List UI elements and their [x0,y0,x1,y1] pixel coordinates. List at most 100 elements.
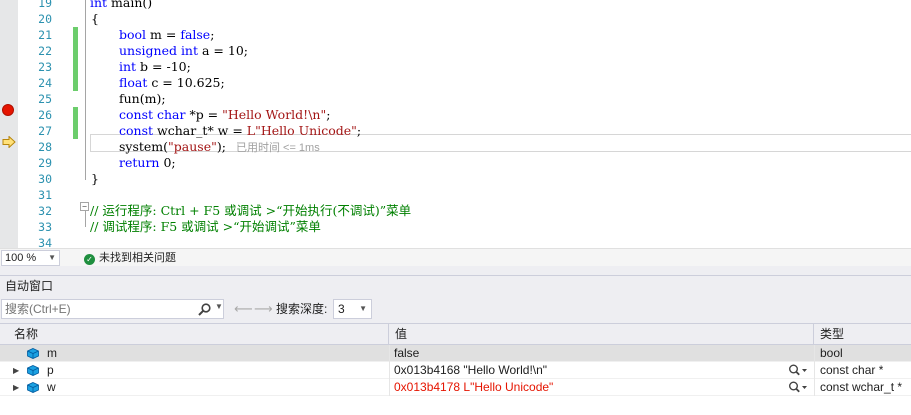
line-number: 24 [38,76,52,90]
autos-toolbar: ▼ ⟵ ⟶ 搜索深度: 3 ▼ [0,297,911,323]
code-text: int b = -10; [119,59,191,75]
magnifier-icon[interactable] [788,380,808,395]
search-box[interactable]: ▼ [1,299,224,319]
code-line[interactable]: 32 // 运行程序: Ctrl + F5 或调试 >“开始执行(不调试)”菜单 [0,203,911,219]
column-divider[interactable] [389,379,390,396]
editor-status-bar: 100 % ▼ ✓ 未找到相关问题 [0,248,911,266]
code-editor[interactable]: 19 int main() 20 {21 bool m = false; 22 unsign… [0,0,911,248]
expand-icon[interactable]: ▶ [13,383,19,392]
column-divider[interactable] [389,345,390,362]
code-line[interactable]: 28 system("pause"); 已用时间 <= 1ms [0,139,911,155]
table-row[interactable]: m false bool [0,345,911,362]
zoom-value: 100 % [5,252,37,264]
autos-grid: 名称 值 类型 m false bool ▶ p 0x013b4168 "Hello Wo… [0,323,911,415]
panel-splitter[interactable] [0,266,911,276]
code-text: bool m = false; [119,27,214,43]
column-divider[interactable] [814,362,815,379]
code-line[interactable]: 22 unsigned int a = 10; [0,43,911,59]
code-line[interactable]: 20 { [0,11,911,27]
code-token: const char [119,107,186,122]
search-icon[interactable] [198,303,211,316]
search-depth-select[interactable]: 3 ▼ [333,299,372,319]
collapse-icon[interactable]: − [80,202,89,211]
code-text: // 调试程序: F5 或调试 >“开始调试”菜单 [90,219,321,235]
line-number: 19 [38,0,52,10]
code-line[interactable]: 31 [0,187,911,203]
zoom-select[interactable]: 100 % ▼ [1,250,60,266]
change-indicator [73,123,78,139]
chevron-down-icon: ▼ [48,253,56,262]
code-text: } [91,171,99,187]
code-token: int [119,59,137,74]
variable-value[interactable]: false [394,345,784,362]
change-indicator [73,75,78,91]
forward-arrow-icon[interactable]: ⟶ [254,301,273,317]
code-token: c = 10.625; [147,75,225,90]
line-number: 22 [38,44,52,58]
variable-name: m [47,346,57,360]
code-token: a = 10; [198,43,248,58]
code-token: unsigned int [119,43,199,58]
code-token: "Hello World!\n" [222,107,327,122]
code-token: float [119,75,148,90]
line-number: 30 [38,172,52,186]
variable-type: bool [820,346,843,360]
code-line[interactable]: 24 float c = 10.625; [0,75,911,91]
code-line[interactable]: 34 [0,235,911,248]
line-number: 31 [38,188,52,202]
code-token: 0; [159,155,176,170]
line-number: 26 [38,108,52,122]
code-token: b = -10; [136,59,191,74]
line-number: 32 [38,204,52,218]
code-line[interactable]: 30} [0,171,911,187]
code-token: { [91,11,99,26]
code-token: main() [107,0,153,10]
variable-value[interactable]: 0x013b4178 L"Hello Unicode" [394,379,784,396]
line-number: 33 [38,220,52,234]
code-line[interactable]: 25 fun(m); [0,91,911,107]
table-row[interactable]: ▶ w 0x013b4178 L"Hello Unicode" const wchar… [0,379,911,396]
code-line[interactable]: 21 bool m = false; [0,27,911,43]
code-text: unsigned int a = 10; [119,43,248,59]
column-header-value[interactable]: 值 [389,324,814,345]
line-number: 27 [38,124,52,138]
column-header-name[interactable]: 名称 [8,324,389,345]
variable-type: const wchar_t * [820,380,903,394]
table-row[interactable]: ▶ p 0x013b4168 "Hello World!\n" const char … [0,362,911,379]
variable-cube-icon [27,348,39,359]
code-token: ; [356,123,362,138]
code-line[interactable]: 33 // 调试程序: F5 或调试 >“开始调试”菜单 [0,219,911,235]
code-text: int main() [90,0,152,11]
column-divider[interactable] [814,345,815,362]
code-token: wchar_t* w = [153,123,247,138]
column-divider[interactable] [389,362,390,379]
code-text: fun(m); [119,91,166,107]
line-number: 20 [38,12,52,26]
code-token: // 调试程序: F5 或调试 >“开始调试”菜单 [90,219,321,234]
outline-bar [85,211,86,227]
code-line[interactable]: 26 const char *p = "Hello World!\n"; [0,107,911,123]
magnifier-icon[interactable] [788,363,808,378]
code-line[interactable]: 19 int main() [0,0,911,11]
code-line[interactable]: 23 int b = -10; [0,59,911,75]
column-header-type[interactable]: 类型 [814,324,911,345]
code-text: return 0; [119,155,176,171]
check-circle-icon: ✓ [84,254,95,265]
code-text: // 运行程序: Ctrl + F5 或调试 >“开始执行(不调试)”菜单 [90,203,411,219]
issues-indicator[interactable]: ✓ 未找到相关问题 [84,250,176,266]
variable-value[interactable]: 0x013b4168 "Hello World!\n" [394,362,784,379]
autos-title[interactable]: 自动窗口 [0,276,911,297]
back-arrow-icon[interactable]: ⟵ [234,301,253,317]
code-line[interactable]: 29 return 0; [0,155,911,171]
line-number: 23 [38,60,52,74]
code-text: float c = 10.625; [119,75,225,91]
code-line[interactable]: 27 const wchar_t* w = L"Hello Unicode"; [0,123,911,139]
column-divider[interactable] [814,379,815,396]
chevron-down-icon[interactable]: ▼ [215,302,223,311]
autos-window: 自动窗口 ▼ ⟵ ⟶ 搜索深度: 3 ▼ 名称 值 类型 m false bool ▶… [0,266,911,415]
variable-type: const char * [820,363,884,377]
expand-icon[interactable]: ▶ [13,366,19,375]
search-input[interactable] [5,301,190,317]
perf-tip[interactable]: 已用时间 <= 1ms [236,142,320,154]
grid-header: 名称 值 类型 [0,323,911,345]
